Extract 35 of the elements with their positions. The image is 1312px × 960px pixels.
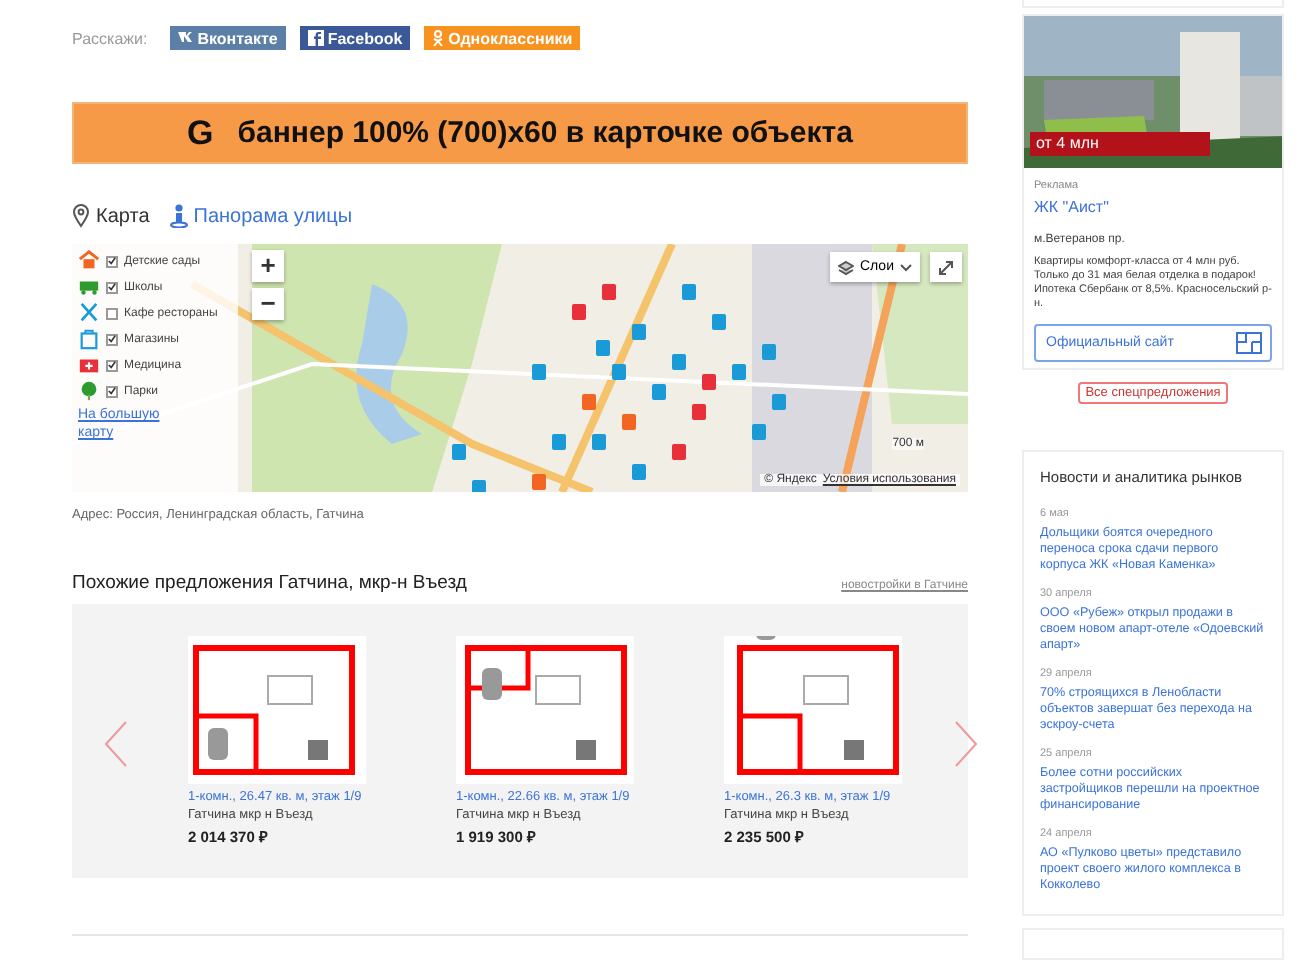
price-badge: от 4 млн [1030,132,1210,157]
share-button[interactable]: Facebook [299,26,411,50]
checkbox[interactable] [106,307,118,319]
checkbox[interactable] [106,385,118,397]
checkbox[interactable] [106,255,118,267]
checkbox[interactable] [106,359,118,371]
vk-icon [177,32,194,44]
map-tab[interactable]: Панорама улицы [169,204,353,228]
share-label: Расскажи: [72,29,148,47]
complex-name-link[interactable]: ЖК "Аист" [1034,198,1282,217]
zoom-out-button[interactable]: − [252,288,284,320]
checkbox[interactable] [106,281,118,293]
first-aid-icon [78,354,100,376]
bus-icon [78,276,100,298]
share-button[interactable]: Вконтакте [169,26,286,50]
banner-letter: G [187,113,214,153]
fullscreen-button[interactable] [930,252,962,282]
chevron-down-icon [900,263,912,271]
bag-icon [78,328,100,350]
cutlery-icon [78,302,100,324]
zoom-in-button[interactable]: + [252,250,284,282]
person-icon [432,30,445,46]
house-icon [78,250,100,272]
tree-icon [78,380,100,402]
facebook-icon [307,30,324,46]
ad-banner[interactable]: G баннер 100% (700)х60 в карточке объекта [72,102,968,164]
floor-plan-icon [1236,332,1262,355]
section-heading: Похожие предложения Гатчина, мкр-н Въезд [72,572,467,594]
layers-icon [837,259,854,275]
person-icon [169,204,188,228]
banner-text: баннер 100% (700)х60 в карточке объекта [237,116,853,150]
pin-icon [72,204,90,228]
checkbox[interactable] [106,333,118,345]
map-tab[interactable]: Карта [72,204,150,228]
expand-icon [938,259,954,275]
